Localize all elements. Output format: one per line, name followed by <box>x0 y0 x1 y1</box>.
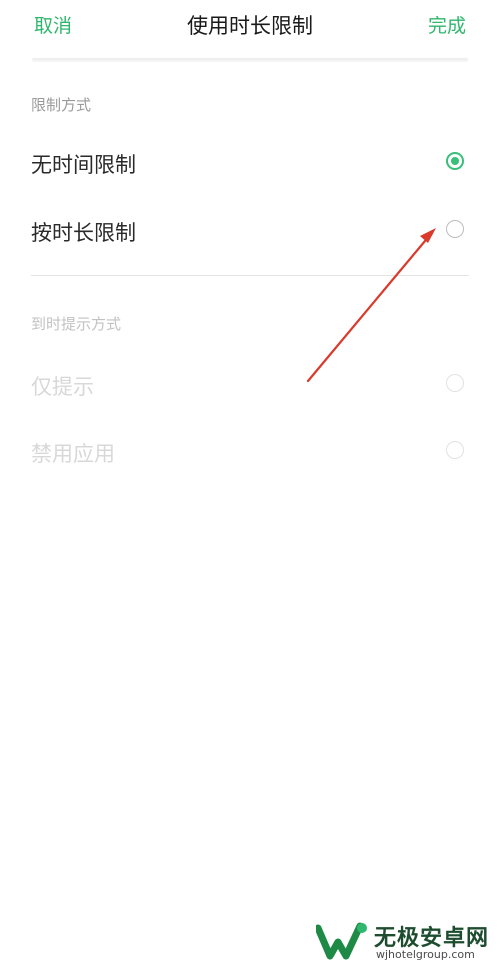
radio-unchecked-icon <box>446 441 464 459</box>
reminder-mode-header: 到时提示方式 <box>31 315 122 333</box>
radio-unchecked-icon <box>446 374 464 392</box>
watermark: 无极安卓网 wjhotelgroup.com <box>316 918 496 964</box>
limit-mode-header: 限制方式 <box>31 96 92 114</box>
option-label: 按时长限制 <box>31 221 136 245</box>
header-shadow-divider <box>32 58 468 62</box>
section-divider <box>31 275 469 276</box>
top-bar: 取消 使用时长限制 完成 <box>0 0 500 56</box>
radio-checked-icon[interactable] <box>446 152 464 170</box>
option-label: 无时间限制 <box>31 153 136 177</box>
option-label: 仅提示 <box>31 375 94 399</box>
watermark-url: wjhotelgroup.com <box>376 948 475 961</box>
done-button[interactable]: 完成 <box>428 11 466 38</box>
option-limit-by-duration[interactable]: 按时长限制 <box>31 209 469 253</box>
option-disable-app: 禁用应用 <box>31 430 469 474</box>
radio-unchecked-icon[interactable] <box>446 220 464 238</box>
option-reminder-only: 仅提示 <box>31 363 469 407</box>
option-no-time-limit[interactable]: 无时间限制 <box>31 141 469 185</box>
page-title: 使用时长限制 <box>187 14 313 38</box>
option-label: 禁用应用 <box>31 442 115 466</box>
watermark-logo-icon <box>316 922 367 960</box>
